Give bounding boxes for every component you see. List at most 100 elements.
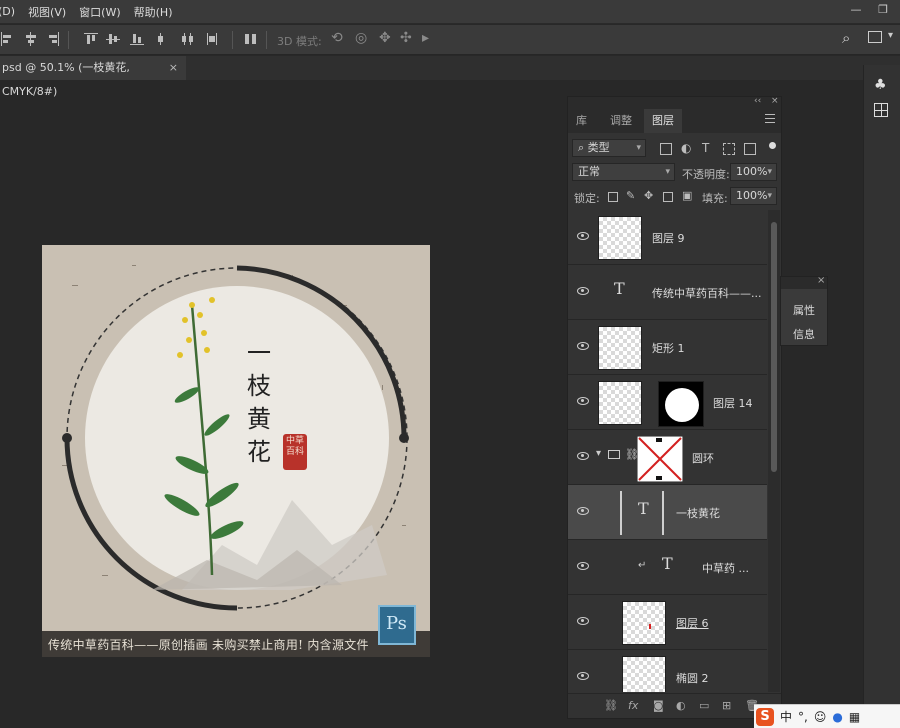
layer-mask-thumbnail[interactable] (658, 381, 704, 427)
document-tab[interactable]: psd @ 50.1% (一枝黄花, CMYK/8#) × (0, 56, 186, 98)
menu-item-view[interactable]: 视图(V) (28, 4, 66, 20)
lock-transparent-icon[interactable] (608, 192, 618, 202)
sogou-logo-icon[interactable]: S (756, 707, 774, 726)
fx-icon[interactable]: fx (628, 699, 638, 712)
visibility-eye-icon[interactable] (576, 285, 590, 297)
filter-shape-icon[interactable] (723, 143, 735, 155)
filter-text-icon[interactable]: T (702, 141, 709, 155)
lock-position-icon[interactable]: ✥ (644, 189, 653, 202)
distribute-bottom-icon[interactable] (206, 32, 220, 46)
lock-all-icon[interactable]: ▣ (682, 189, 692, 202)
ime-lang[interactable]: 中 (780, 708, 792, 725)
align-top-icon[interactable] (84, 32, 98, 46)
roll-3d-icon[interactable]: ◎ (355, 30, 367, 46)
fill-field[interactable]: 100% ▾ (730, 187, 777, 205)
layer-name[interactable]: 一枝黄花 (676, 505, 720, 521)
layer-name[interactable]: 中草药 ... (702, 560, 749, 576)
close-icon[interactable]: × (169, 56, 178, 80)
filter-adjustment-icon[interactable]: ◐ (681, 141, 691, 155)
add-mask-icon[interactable]: ◙ (653, 699, 664, 712)
layer-name[interactable]: 传统中草药百科——... (652, 285, 762, 301)
menu-item-help[interactable]: 帮助(H) (134, 4, 173, 20)
distribute-top-icon[interactable] (158, 32, 172, 46)
layer-name[interactable]: 椭圆 2 (676, 670, 709, 686)
layer-row[interactable]: 图层 6 (568, 595, 767, 650)
lock-image-icon[interactable]: ✎ (626, 189, 635, 202)
lock-artboard-icon[interactable] (663, 192, 673, 202)
layer-name[interactable]: 图层 6 (676, 615, 709, 631)
minimize-button[interactable]: — (845, 2, 867, 18)
layer-row[interactable]: 椭圆 2 (568, 650, 767, 692)
visibility-eye-icon[interactable] (576, 395, 590, 407)
ime-punct[interactable]: °, (798, 710, 808, 724)
visibility-eye-icon[interactable] (576, 230, 590, 242)
opacity-field[interactable]: 100% ▾ (730, 163, 777, 181)
search-icon[interactable]: ⌕ (842, 29, 850, 47)
align-right-icon[interactable] (46, 32, 60, 46)
tab-layers[interactable]: 图层 (644, 109, 682, 133)
visibility-eye-icon[interactable] (576, 560, 590, 572)
align-bottom-icon[interactable] (130, 32, 144, 46)
keyboard-icon[interactable]: ▦ (849, 710, 860, 724)
align-vcenter-icon[interactable] (106, 32, 120, 46)
link-layers-icon[interactable]: ⛓ (604, 699, 618, 712)
document-canvas[interactable]: 一 枝 黄 花 中草百科 传统中草药百科——原创插画 未购买禁止商用! 内含源文… (42, 245, 430, 657)
scale-3d-icon[interactable]: ▸ (422, 30, 429, 46)
new-layer-icon[interactable]: ⊞ (722, 699, 731, 712)
group-mask-thumbnail[interactable] (637, 436, 683, 482)
workspace-icon[interactable] (868, 31, 882, 43)
layer-list-scrollbar[interactable] (768, 210, 780, 692)
filter-kind-select[interactable]: ⌕ 类型 ▾ (572, 139, 646, 157)
float-panel-close-icon[interactable]: × (817, 275, 825, 286)
info-item[interactable]: 信息 (793, 326, 815, 342)
emoji-icon[interactable]: ☺ (814, 710, 827, 724)
layer-row[interactable]: 图层 14 (568, 375, 767, 430)
layer-name[interactable]: 矩形 1 (652, 340, 685, 356)
filter-pixel-icon[interactable] (660, 143, 672, 155)
visibility-eye-icon[interactable] (576, 670, 590, 682)
scrollbar-thumb[interactable] (771, 222, 777, 472)
layer-name[interactable]: 圆环 (692, 450, 714, 466)
layer-row[interactable]: T 一枝黄花 (568, 485, 767, 540)
panel-close-icon[interactable]: × (771, 96, 779, 106)
visibility-eye-icon[interactable] (576, 505, 590, 517)
align-hcenter-icon[interactable] (24, 32, 38, 46)
filter-toggle-icon[interactable] (769, 142, 776, 149)
layer-row[interactable]: 矩形 1 (568, 320, 767, 375)
restore-button[interactable]: ❐ (872, 2, 894, 18)
visibility-eye-icon[interactable] (576, 340, 590, 352)
filter-smart-object-icon[interactable] (744, 143, 756, 155)
float-panel-header[interactable]: × (781, 275, 827, 289)
distribute-spacing-icon[interactable] (244, 32, 258, 46)
layer-row[interactable]: ↵ T 中草药 ... (568, 540, 767, 595)
distribute-center-icon[interactable] (182, 32, 196, 46)
panel-header[interactable]: ‹‹ × (568, 96, 781, 109)
blend-mode-select[interactable]: 正常 ▾ (572, 163, 675, 181)
new-group-icon[interactable]: ▭ (699, 699, 709, 712)
adjustment-layer-icon[interactable]: ◐ (676, 699, 686, 712)
visibility-eye-icon[interactable] (576, 450, 590, 462)
menu-item-window[interactable]: 窗口(W) (79, 4, 120, 20)
layer-row[interactable]: ▾ ⛓ 圆环 (568, 430, 767, 485)
chevron-down-icon[interactable]: ▾ (596, 448, 601, 459)
visibility-eye-icon[interactable] (576, 615, 590, 627)
collapse-icon[interactable]: ‹‹ (754, 96, 761, 106)
menu-item-d[interactable]: (D) (0, 5, 15, 18)
microphone-icon[interactable]: ● (832, 710, 842, 724)
tab-library[interactable]: 库 (568, 109, 595, 133)
layer-row[interactable]: 图层 9 (568, 210, 767, 265)
fill-label: 填充: (702, 192, 728, 205)
layer-name[interactable]: 图层 14 (713, 395, 753, 411)
chevron-down-icon[interactable]: ▾ (888, 30, 893, 41)
layer-name[interactable]: 图层 9 (652, 230, 685, 246)
tab-adjustments[interactable]: 调整 (602, 109, 640, 133)
layer-row[interactable]: T 传统中草药百科——... (568, 265, 767, 320)
slide-3d-icon[interactable]: ✣ (400, 30, 412, 46)
pan-3d-icon[interactable]: ✥ (379, 30, 391, 46)
palette-icon[interactable]: ♣ (874, 77, 887, 93)
panel-menu-icon[interactable] (765, 114, 775, 124)
align-left-icon[interactable] (0, 32, 14, 46)
orbit-3d-icon[interactable]: ⟲ (331, 30, 343, 46)
swatches-icon[interactable] (874, 103, 888, 117)
properties-item[interactable]: 属性 (793, 302, 815, 318)
